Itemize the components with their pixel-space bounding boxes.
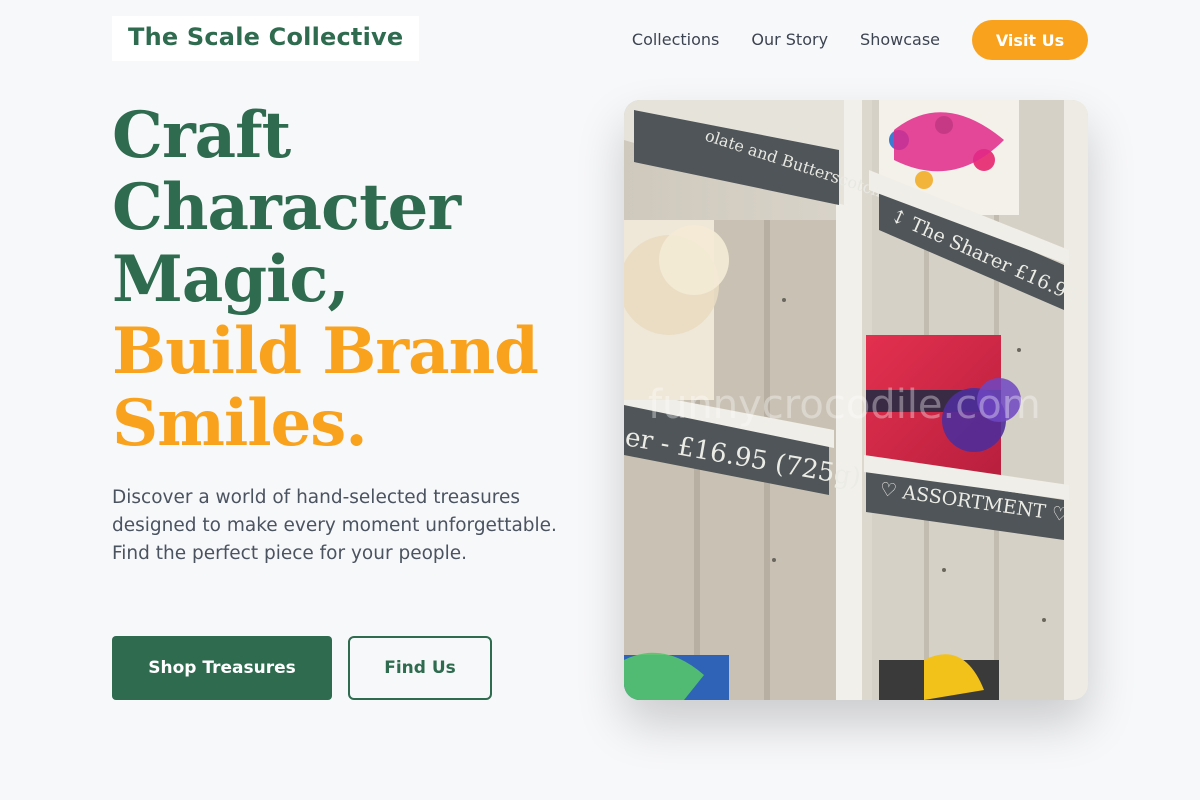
site-logo[interactable]: The Scale Collective — [112, 16, 420, 61]
hero-title-accent-line: Build Brand — [112, 314, 539, 389]
visit-us-button[interactable]: Visit Us — [972, 20, 1088, 60]
hero-title: Craft Character Magic, Build Brand Smile… — [112, 100, 592, 460]
hero-description: Discover a world of hand-selected treasu… — [112, 487, 557, 564]
hero-image: olate and Butterscotch er - £16.95 (725g… — [624, 100, 1088, 700]
nav-link-collections[interactable]: Collections — [632, 20, 719, 60]
hero-title-line: Character — [112, 170, 461, 245]
nav-link-showcase[interactable]: Showcase — [860, 20, 940, 60]
main-nav: Collections Our Story Showcase Visit Us — [632, 20, 1088, 60]
hero-title-line: Magic, — [112, 242, 350, 317]
nav-link-our-story[interactable]: Our Story — [751, 20, 828, 60]
site-header: The Scale Collective Collections Our Sto… — [0, 0, 1200, 80]
find-us-button[interactable]: Find Us — [348, 636, 492, 700]
watermark-text: funnycrocodile.com — [648, 382, 1041, 428]
shop-treasures-button[interactable]: Shop Treasures — [112, 636, 332, 700]
shelf-photo: olate and Butterscotch er - £16.95 (725g… — [624, 100, 1088, 700]
hero-title-accent-line: Smiles. — [112, 386, 368, 461]
hero-title-line: Craft — [112, 98, 291, 173]
